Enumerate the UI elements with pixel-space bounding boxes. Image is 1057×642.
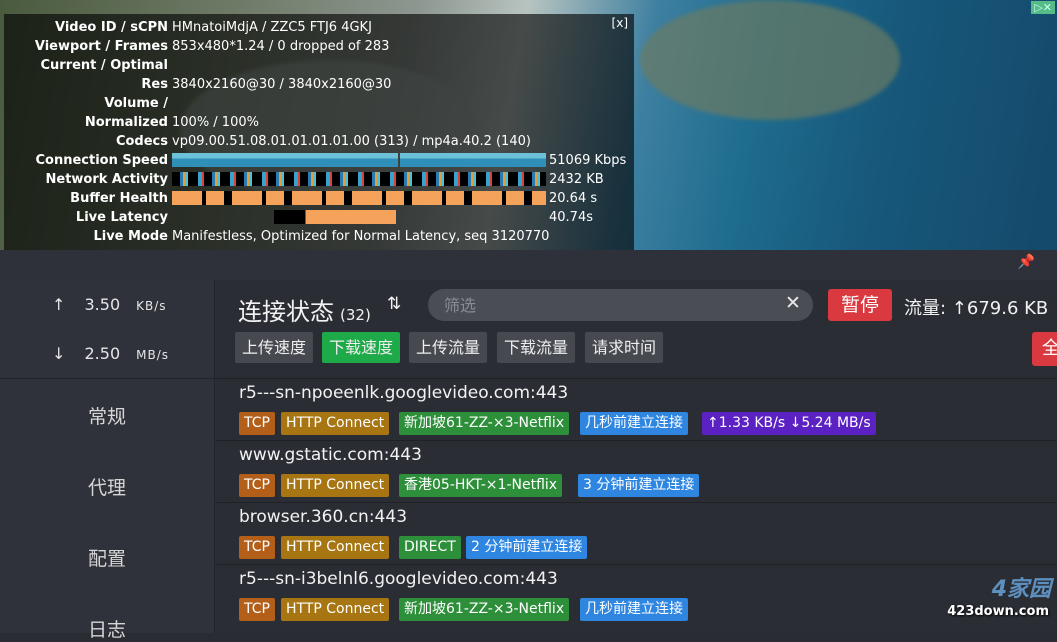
- stat-label: Connection Speed: [35, 153, 169, 168]
- network-badge: TCP: [239, 412, 275, 435]
- stat-label: Video ID / sCPN: [55, 20, 168, 35]
- proxy-chain-badge: 香港05-HKT-×1-Netflix: [399, 474, 563, 497]
- stat-value: 3840x2160@30 / 3840x2160@30: [172, 77, 392, 92]
- stat-label: Viewport / Frames: [34, 39, 168, 54]
- stat-label: Live Mode: [93, 229, 168, 244]
- sidebar-item-general[interactable]: 常规: [0, 402, 214, 429]
- watermark-text: 423down.com: [947, 604, 1049, 619]
- sort-icon[interactable]: ⇅: [387, 294, 401, 314]
- connection-host: browser.360.cn:443: [239, 507, 408, 527]
- stat-label: Network Activity: [45, 172, 169, 187]
- connection-speed-graph-2: [400, 153, 546, 167]
- tab-download-speed[interactable]: 下载速度: [322, 332, 401, 363]
- type-badge: HTTP Connect: [281, 536, 390, 559]
- time-badge: 几秒前建立连接: [580, 598, 688, 621]
- clear-filter-icon[interactable]: ✕: [785, 292, 801, 314]
- sidebar-item-profiles[interactable]: 配置: [0, 544, 214, 571]
- tab-request-time[interactable]: 请求时间: [585, 332, 664, 363]
- sidebar-item-logs[interactable]: 日志: [0, 615, 214, 642]
- proxy-chain-badge: 新加坡61-ZZ-×3-Netflix: [399, 412, 570, 435]
- proxy-chain-badge: DIRECT: [399, 536, 461, 559]
- connection-host: r5---sn-i3belnl6.googlevideo.com:443: [239, 569, 558, 589]
- tab-download-traffic[interactable]: 下载流量: [497, 332, 576, 363]
- time-badge: 2 分钟前建立连接: [466, 536, 588, 559]
- download-speed-unit: MB/s: [136, 348, 170, 362]
- time-badge: 几秒前建立连接: [580, 412, 688, 435]
- speed-badge: ↑1.33 KB/s ↓5.24 MB/s: [702, 412, 876, 435]
- proxy-chain-badge: 新加坡61-ZZ-×3-Netflix: [399, 598, 570, 621]
- type-badge: HTTP Connect: [281, 412, 390, 435]
- network-badge: TCP: [239, 474, 275, 497]
- stat-label: Codecs: [115, 134, 168, 149]
- video-player[interactable]: ▷✕ [x] Video ID / sCPN HMnatoiMdjA / ZZC5…: [0, 0, 1057, 250]
- network-badge: TCP: [239, 536, 275, 559]
- stats-for-nerds-panel: [x] Video ID / sCPN HMnatoiMdjA / ZZC5 FT…: [4, 14, 634, 250]
- stat-value: 853x480*1.24 / 0 dropped of 283: [172, 39, 390, 54]
- stat-value: Manifestless, Optimized for Normal Laten…: [172, 229, 550, 244]
- connection-speed-graph: [172, 153, 398, 167]
- upload-speed-value: 3.50: [84, 295, 121, 314]
- stat-label: Res: [141, 77, 168, 92]
- download-arrow-icon: ↓: [52, 344, 66, 363]
- watermark-logo: 4家园: [991, 577, 1051, 602]
- sidebar: ↑ 3.50 KB/s ↓ 2.50 MB/s 常规 代理 配置 日志: [0, 280, 215, 641]
- live-latency-graph: [274, 210, 396, 224]
- window-titlebar: 📌: [0, 250, 1057, 280]
- stat-value: 2432 KB: [549, 172, 604, 187]
- stat-label: Current / Optimal: [40, 58, 168, 73]
- page-title: 连接状态 (32): [238, 292, 371, 327]
- network-activity-graph: [172, 172, 546, 186]
- buffer-health-graph: [172, 191, 546, 205]
- stat-label: Volume /: [104, 96, 168, 111]
- stat-value: 100% / 100%: [172, 115, 259, 130]
- connection-host: r5---sn-npoeenlk.googlevideo.com:443: [239, 383, 569, 403]
- connection-row[interactable]: www.gstatic.com:443 TCP HTTP Connect 香港0…: [215, 440, 1057, 503]
- stat-value: 51069 Kbps: [549, 153, 627, 168]
- connection-row[interactable]: r5---sn-npoeenlk.googlevideo.com:443 TCP…: [215, 378, 1057, 441]
- stat-label: Buffer Health: [70, 191, 168, 206]
- speed-summary: ↑ 3.50 KB/s ↓ 2.50 MB/s: [0, 280, 214, 379]
- ad-choices-icon[interactable]: ▷✕: [1031, 1, 1055, 14]
- upload-speed: ↑ 3.50 KB/s: [52, 295, 167, 314]
- stat-value: 20.64 s: [549, 191, 598, 206]
- download-speed-value: 2.50: [84, 344, 121, 363]
- close-all-button[interactable]: 全: [1032, 332, 1057, 366]
- filter-input[interactable]: [428, 289, 813, 321]
- type-badge: HTTP Connect: [281, 474, 390, 497]
- stat-value: HMnatoiMdjA / ZZC5 FTJ6 4GKJ: [172, 20, 372, 35]
- sidebar-item-proxy[interactable]: 代理: [0, 473, 214, 500]
- stat-label: Normalized: [84, 115, 168, 130]
- download-speed: ↓ 2.50 MB/s: [52, 344, 169, 363]
- stat-label: Live Latency: [75, 210, 168, 225]
- connection-row[interactable]: r5---sn-i3belnl6.googlevideo.com:443 TCP…: [215, 564, 1057, 627]
- tab-upload-traffic[interactable]: 上传流量: [409, 332, 488, 363]
- connections-panel: 连接状态 (32) ⇅ ✕ 暂停 流量: ↑679.6 KB ↓3 上传速度 下载…: [215, 280, 1057, 633]
- network-badge: TCP: [239, 598, 275, 621]
- pause-button[interactable]: 暂停: [828, 289, 892, 321]
- connection-count: (32): [340, 306, 371, 324]
- upload-speed-unit: KB/s: [136, 299, 167, 313]
- pin-icon[interactable]: 📌: [1018, 254, 1035, 270]
- stat-value: vp09.00.51.08.01.01.01.01.00 (313) / mp4…: [172, 134, 531, 149]
- connection-row[interactable]: browser.360.cn:443 TCP HTTP Connect DIRE…: [215, 502, 1057, 565]
- type-badge: HTTP Connect: [281, 598, 390, 621]
- tab-upload-speed[interactable]: 上传速度: [235, 332, 314, 363]
- time-badge: 3 分钟前建立连接: [578, 474, 700, 497]
- page-title-text: 连接状态: [238, 298, 334, 326]
- upload-arrow-icon: ↑: [52, 295, 66, 314]
- connection-host: www.gstatic.com:443: [239, 445, 422, 465]
- stat-value: 40.74s: [549, 210, 593, 225]
- traffic-summary: 流量: ↑679.6 KB ↓3: [904, 298, 1057, 319]
